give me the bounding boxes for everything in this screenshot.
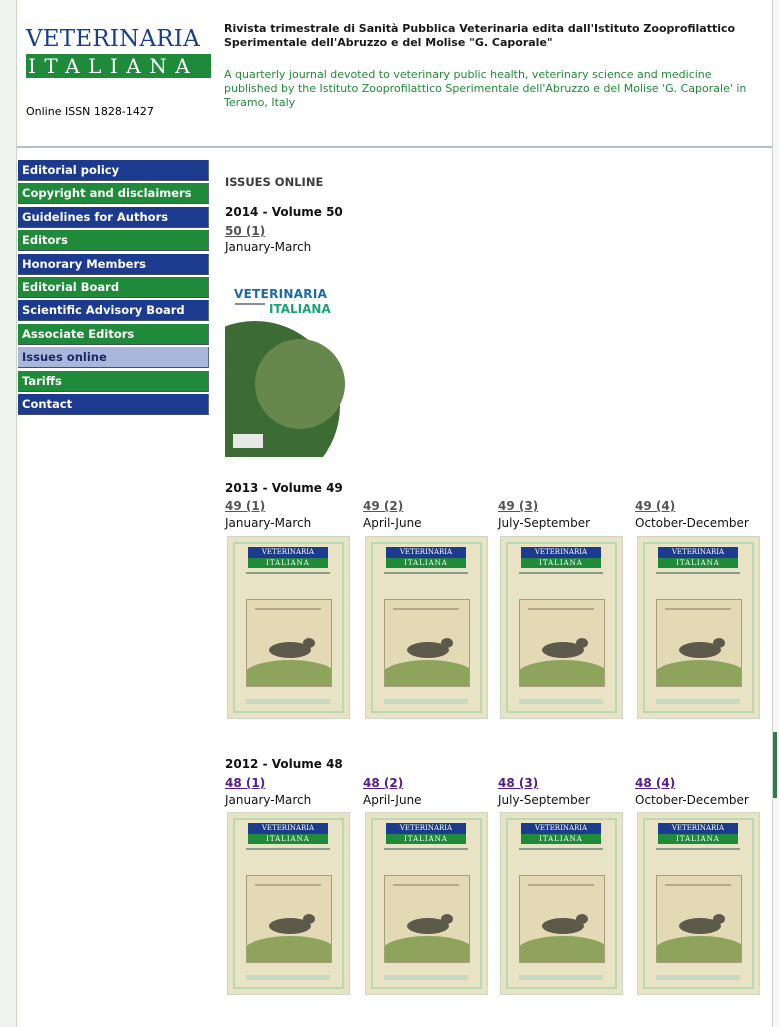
cover-title-line-2: ITALIANA: [269, 302, 331, 316]
issue-period: January-March: [225, 793, 312, 807]
issue-period: October-December: [635, 516, 749, 530]
cover-logo: VETERINARIA ITALIANA: [386, 547, 466, 568]
cover-logo: VETERINARIA ITALIANA: [386, 823, 466, 844]
cover-illustration: [656, 875, 742, 963]
volume-title: 2013 - Volume 49: [225, 481, 343, 495]
issue-link[interactable]: 48 (4): [635, 776, 675, 790]
issue-link[interactable]: 48 (3): [498, 776, 538, 790]
page: VETERINARIA ITALIANA Online ISSN 1828-14…: [17, 0, 772, 1027]
issue-link[interactable]: 49 (4): [635, 499, 675, 513]
volume-title: 2014 - Volume 50: [225, 205, 343, 219]
cover-illustration: [656, 599, 742, 687]
cover-logo: VETERINARIA ITALIANA: [658, 823, 738, 844]
cover-illustration: [384, 599, 470, 687]
issue-cover[interactable]: VETERINARIA ITALIANA: [500, 536, 623, 719]
cover-title-line-1: VETERINARIA: [234, 287, 328, 301]
sidebar-item-guidelines[interactable]: Guidelines for Authors: [18, 206, 209, 228]
page-frame-right: [773, 0, 779, 1027]
cover-illustration: [246, 875, 332, 963]
sidebar-item-copyright[interactable]: Copyright and disclaimers: [18, 183, 209, 205]
cover-illustration: [519, 875, 605, 963]
sidebar-item-associate-editors[interactable]: Associate Editors: [18, 323, 209, 345]
sidebar-item-issues-online[interactable]: Issues online: [18, 347, 209, 369]
sidebar-item-contact[interactable]: Contact: [18, 393, 209, 415]
issue-cover[interactable]: VETERINARIA ITALIANA: [500, 812, 623, 995]
issue-link[interactable]: 48 (2): [363, 776, 403, 790]
issue-cover[interactable]: VETERINARIA ITALIANA: [365, 812, 488, 995]
issue-cover[interactable]: VETERINARIA ITALIANA: [227, 812, 350, 995]
issue-period: January-March: [225, 516, 312, 530]
logo-line-bottom: ITALIANA: [26, 54, 211, 78]
journal-logo[interactable]: VETERINARIA ITALIANA: [26, 26, 211, 78]
cover-logo: VETERINARIA ITALIANA: [521, 547, 601, 568]
cover-logo: VETERINARIA ITALIANA: [248, 547, 328, 568]
issue-link[interactable]: 48 (1): [225, 776, 265, 790]
issue-link[interactable]: 49 (1): [225, 499, 265, 513]
issue-cover[interactable]: VETERINARIA ITALIANA: [365, 536, 488, 719]
issue-period: April-June: [363, 793, 422, 807]
volume-title: 2012 - Volume 48: [225, 757, 343, 771]
cover-logo: VETERINARIA ITALIANA: [248, 823, 328, 844]
section-title: ISSUES ONLINE: [225, 175, 324, 189]
issue-period: October-December: [635, 793, 749, 807]
issue-period: July-September: [498, 793, 591, 807]
cover-illustration: [519, 599, 605, 687]
sidebar-item-editorial-policy[interactable]: Editorial policy: [18, 160, 209, 181]
issue-cover[interactable]: VETERINARIA ITALIANA: [637, 812, 760, 995]
issue-link[interactable]: 50 (1): [225, 224, 265, 238]
logo-line-top: VETERINARIA: [26, 26, 200, 52]
sidebar-nav: Editorial policy Copyright and disclaime…: [18, 160, 209, 417]
sidebar-item-scientific-advisory-board[interactable]: Scientific Advisory Board: [18, 300, 209, 322]
sidebar-item-tariffs[interactable]: Tariffs: [18, 370, 209, 392]
journal-description-english: A quarterly journal devoted to veterinar…: [224, 68, 747, 109]
cover-logo: VETERINARIA ITALIANA: [658, 547, 738, 568]
issue-cover[interactable]: VETERINARIA ITALIANA: [227, 536, 350, 719]
journal-description-italian: Rivista trimestrale di Sanità Pubblica V…: [224, 22, 736, 49]
issue-period: April-June: [363, 516, 422, 530]
issue-cover[interactable]: VETERINARIA ITALIANA: [637, 536, 760, 719]
issue-cover[interactable]: VETERINARIA ITALIANA: [225, 259, 355, 457]
issue-period: July-September: [498, 516, 591, 530]
cover-logo: VETERINARIA ITALIANA: [521, 823, 601, 844]
page-frame-left: [0, 0, 16, 1027]
issue-period: January-March: [225, 240, 312, 254]
header-divider: [17, 146, 772, 148]
edge-marker: [773, 732, 777, 798]
issn-text: Online ISSN 1828-1427: [26, 105, 154, 118]
sidebar-item-editorial-board[interactable]: Editorial Board: [18, 276, 209, 298]
cover-illustration: [384, 875, 470, 963]
issue-link[interactable]: 49 (3): [498, 499, 538, 513]
cover-illustration: [246, 599, 332, 687]
sidebar-item-honorary-members[interactable]: Honorary Members: [18, 253, 209, 275]
sidebar-item-editors[interactable]: Editors: [18, 230, 209, 252]
issue-link[interactable]: 49 (2): [363, 499, 403, 513]
